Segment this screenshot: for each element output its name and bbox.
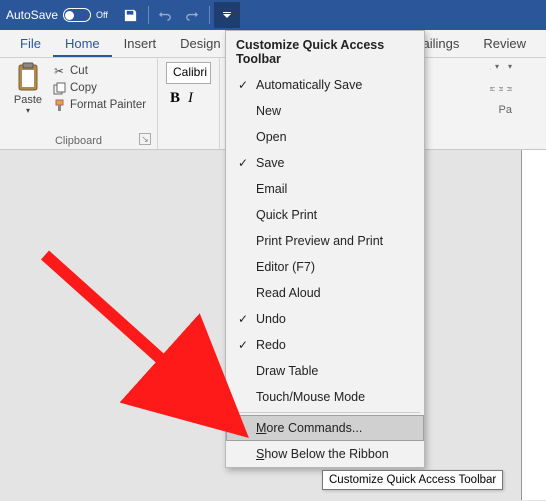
paste-label: Paste — [14, 94, 42, 106]
paintbrush-icon — [52, 98, 66, 112]
group-label-clipboard: Clipboard ↘ — [8, 133, 149, 147]
tab-insert[interactable]: Insert — [112, 32, 169, 57]
bullets-icon[interactable] — [490, 62, 491, 76]
align-right-icon[interactable] — [507, 82, 512, 96]
menu-label: Redo — [256, 338, 286, 352]
format-painter-button[interactable]: Format Painter — [52, 98, 146, 112]
numbering-icon[interactable]: 123 — [503, 62, 504, 76]
menu-label: Print Preview and Print — [256, 234, 383, 248]
check-icon: ✓ — [238, 312, 256, 326]
autosave-label: AutoSave — [6, 8, 58, 22]
menu-item[interactable]: Touch/Mouse Mode — [226, 384, 424, 410]
tab-file[interactable]: File — [8, 32, 53, 57]
menu-item[interactable]: Read Aloud — [226, 280, 424, 306]
group-clipboard: Paste ▾ ✂ Cut Copy Format Painter Clipb — [0, 58, 158, 149]
menu-label: Email — [256, 182, 287, 196]
chevron-down-icon[interactable]: ▾ — [495, 62, 499, 76]
redo-icon[interactable] — [179, 2, 205, 28]
clipboard-icon — [15, 62, 41, 92]
menu-title: Customize Quick Access Toolbar — [226, 31, 424, 72]
title-bar: AutoSave Off — [0, 0, 546, 30]
menu-item-more-commands[interactable]: More Commands... — [226, 415, 424, 441]
separator — [148, 6, 149, 24]
menu-item[interactable]: Editor (F7) — [226, 254, 424, 280]
chevron-down-icon: ▾ — [26, 106, 30, 115]
check-icon: ✓ — [238, 338, 256, 352]
dialog-launcher-icon[interactable]: ↘ — [139, 133, 151, 145]
toggle-track — [63, 8, 91, 22]
menu-label: Draw Table — [256, 364, 318, 378]
menu-label: how Below the Ribbon — [264, 447, 388, 461]
cut-button[interactable]: ✂ Cut — [52, 64, 146, 78]
save-icon[interactable] — [118, 2, 144, 28]
menu-item[interactable]: ✓Redo — [226, 332, 424, 358]
menu-item[interactable]: Print Preview and Print — [226, 228, 424, 254]
chevron-down-icon[interactable]: ▾ — [508, 62, 512, 76]
menu-item-show-below[interactable]: Show Below the Ribbon — [226, 441, 424, 467]
tab-design[interactable]: Design — [168, 32, 232, 57]
copy-icon — [52, 81, 66, 95]
menu-item[interactable]: New — [226, 98, 424, 124]
scissors-icon: ✂ — [52, 64, 66, 78]
menu-item[interactable]: ✓Save — [226, 150, 424, 176]
group-paragraph: ▾ 123 ▾ Pa — [430, 58, 520, 149]
menu-item[interactable]: Open — [226, 124, 424, 150]
menu-label: Open — [256, 130, 287, 144]
separator — [209, 6, 210, 24]
menu-label: ore Commands... — [266, 421, 362, 435]
copy-button[interactable]: Copy — [52, 81, 146, 95]
font-name-selector[interactable]: Calibri (B — [166, 62, 211, 84]
menu-separator — [230, 412, 420, 413]
align-center-icon[interactable] — [499, 82, 504, 96]
menu-label: Undo — [256, 312, 286, 326]
check-icon: ✓ — [238, 78, 256, 92]
italic-button[interactable]: I — [188, 90, 193, 107]
tab-review[interactable]: Review — [471, 32, 538, 57]
menu-label: Save — [256, 156, 285, 170]
check-icon: ✓ — [238, 156, 256, 170]
menu-label: Quick Print — [256, 208, 317, 222]
customize-qat-button[interactable] — [214, 2, 240, 28]
menu-item[interactable]: ✓Automatically Save — [226, 72, 424, 98]
format-painter-label: Format Painter — [70, 99, 146, 111]
cut-label: Cut — [70, 65, 88, 77]
menu-item[interactable]: Email — [226, 176, 424, 202]
group-font: Calibri (B B I — [158, 58, 220, 149]
menu-label: Automatically Save — [256, 78, 362, 92]
autosave-toggle[interactable]: AutoSave Off — [6, 8, 108, 22]
tooltip: Customize Quick Access Toolbar — [322, 470, 503, 490]
menu-item[interactable]: ✓Undo — [226, 306, 424, 332]
align-left-icon[interactable] — [490, 82, 495, 96]
bold-button[interactable]: B — [170, 90, 180, 107]
paste-button[interactable]: Paste ▾ — [8, 62, 48, 133]
menu-label: Read Aloud — [256, 286, 321, 300]
tab-home[interactable]: Home — [53, 32, 112, 57]
menu-item[interactable]: Quick Print — [226, 202, 424, 228]
menu-label: Touch/Mouse Mode — [256, 390, 365, 404]
group-label-paragraph: Pa — [490, 102, 512, 116]
menu-label: New — [256, 104, 281, 118]
page-edge — [521, 150, 546, 500]
toggle-knob — [65, 11, 74, 20]
autosave-state: Off — [96, 10, 108, 20]
menu-item[interactable]: Draw Table — [226, 358, 424, 384]
copy-label: Copy — [70, 82, 97, 94]
undo-icon[interactable] — [153, 2, 179, 28]
qat-customize-menu: Customize Quick Access Toolbar ✓Automati… — [225, 30, 425, 468]
menu-label: Editor (F7) — [256, 260, 315, 274]
